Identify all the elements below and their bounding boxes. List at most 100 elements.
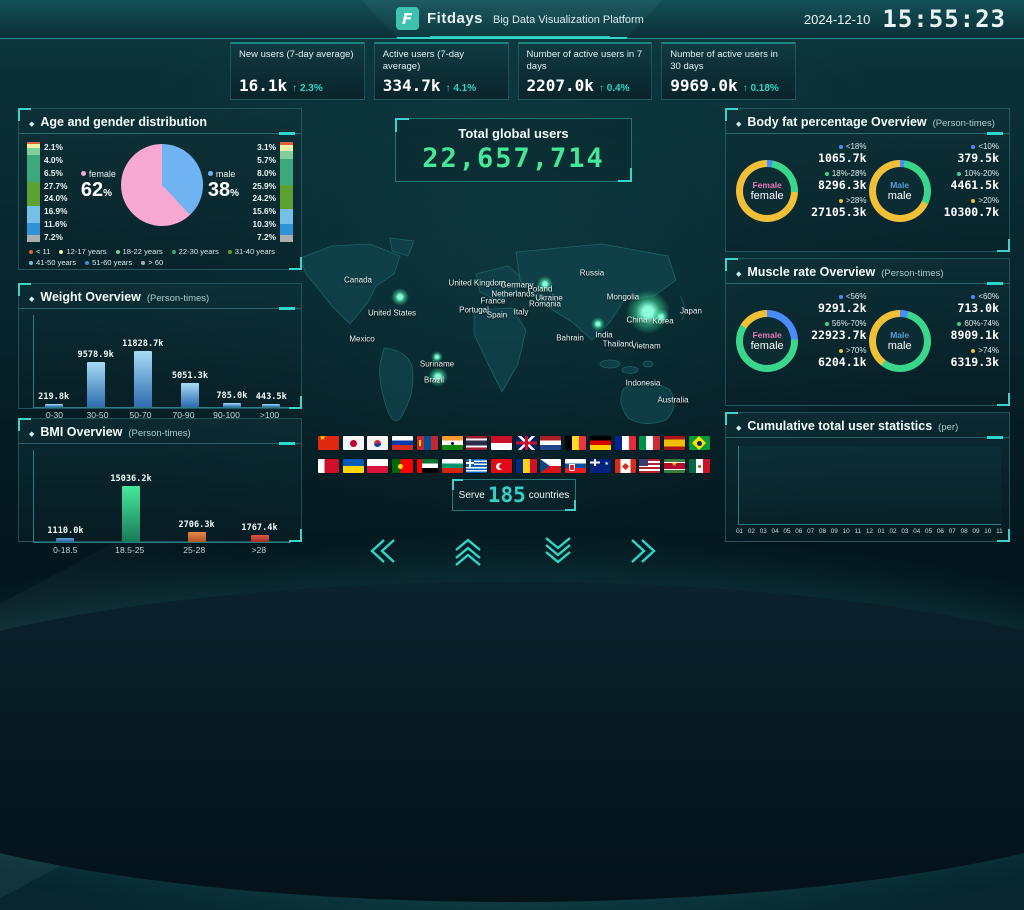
panel-bullet-icon: ◆ <box>736 271 742 278</box>
donut-stat-value: 22923.7k <box>811 328 867 342</box>
uae-flag-icon <box>416 459 438 473</box>
donut-stat-range: 10%-20% <box>933 169 999 178</box>
indonesia-flag-icon <box>491 436 513 450</box>
kpi-label: Active users (7-day average) <box>382 49 465 72</box>
donut-stat-value: 6319.3k <box>950 355 999 369</box>
legend-dot-icon <box>59 249 64 254</box>
portugal-flag-icon <box>392 459 414 473</box>
kpi-value: 9969.0k <box>670 76 738 95</box>
map-label-thailand: Thailand <box>602 339 634 349</box>
age-bar-percent: 7.2% <box>257 231 277 242</box>
x-axis-tick-label: 05 <box>925 528 933 535</box>
x-axis-tick-label: 07 <box>807 528 815 535</box>
donut-stat-range: >74% <box>933 346 999 355</box>
clock: 2024-12-10 15:55:23 <box>804 5 1006 33</box>
japan-flag-icon <box>342 436 364 450</box>
age-bar-segment <box>27 223 40 235</box>
donut-stat-range: <18% <box>800 142 867 151</box>
bar-cell: 5051.3k <box>172 315 208 407</box>
legend-label: 51-60 years <box>92 258 133 267</box>
legend-label: < 11 <box>36 247 51 256</box>
bar <box>250 535 269 542</box>
legend-label: 41-50 years <box>36 258 77 267</box>
donut-stat-value: 713.0k <box>957 301 999 315</box>
age-bar-segment <box>280 208 293 225</box>
age-bar-percent: 7.2% <box>43 231 63 242</box>
map-label-canada: Canada <box>343 275 373 285</box>
bar-cell: 219.8k <box>38 315 69 407</box>
total-users-label: Total global users <box>458 126 569 141</box>
range-text: >20% <box>978 196 999 205</box>
donut-stat-value: 10300.7k <box>943 205 999 219</box>
age-bar-percent: 3.1% <box>257 142 277 152</box>
range-text: <60% <box>978 292 999 301</box>
donut-stat: >20% 10300.7k <box>933 196 999 219</box>
legend-dot-icon <box>85 260 90 265</box>
x-axis-tick-label: 05 <box>783 528 791 535</box>
range-text: 18%-28% <box>831 169 867 178</box>
age-legend-item: > 60 <box>141 258 163 267</box>
map-label-bahrain: Bahrain <box>556 333 584 343</box>
slovakia-flag-icon <box>565 459 587 473</box>
age-legend-item: 51-60 years <box>85 258 132 267</box>
donut-hole: Male male <box>875 167 924 215</box>
donut-stat: <56% 9291.2k <box>800 292 866 315</box>
body-fat-panel-title: Body fat percentage Overview <box>747 115 927 129</box>
map-label-poland: Poland <box>527 284 553 294</box>
female-donut-chart: Female female <box>736 160 799 222</box>
x-axis-tick-label: 06 <box>936 528 944 535</box>
bar-value-label: 785.0k <box>216 391 248 402</box>
range-text: <10% <box>978 142 999 151</box>
scroll-down-button[interactable] <box>538 536 578 566</box>
donut-stats-male: <10% 379.5k 10%-20% 4461.5k >20% 10300.7k <box>931 142 1001 222</box>
legend-dot-icon <box>29 260 33 265</box>
stat-dot-icon <box>971 144 976 149</box>
x-axis-tick-label: 10 <box>984 528 992 535</box>
scroll-up-button[interactable] <box>448 536 488 566</box>
donut-group-female: Female female <box>736 160 799 222</box>
australia-flag-icon <box>589 459 611 473</box>
bar <box>133 351 152 407</box>
age-bar-percent: 2.1% <box>43 142 63 152</box>
serve-suffix: countries <box>528 489 570 501</box>
france-flag-icon <box>614 436 636 450</box>
x-axis-tick-label: 11 <box>996 528 1003 535</box>
donut-stat: 60%-74% 8909.1k <box>933 319 999 342</box>
bar <box>187 531 206 542</box>
age-legend-item: 41-50 years <box>29 258 76 267</box>
legend-label: > 60 <box>148 258 164 267</box>
age-bar-percent: 15.6% <box>252 206 277 217</box>
donut-stat-value: 6204.1k <box>818 355 867 369</box>
panel-bullet-icon: ◆ <box>736 121 742 128</box>
gender-dot-icon <box>80 171 86 176</box>
time-display: 15:55:23 <box>882 5 1006 33</box>
donut-stat-range: >70% <box>800 346 867 355</box>
scroll-left-button[interactable] <box>366 536 406 566</box>
cumulative-panel-title: Cumulative total user statistics <box>747 419 933 433</box>
age-bar-percent: 24.2% <box>252 193 277 204</box>
range-text: >28% <box>845 196 867 205</box>
stat-dot-icon <box>971 198 976 203</box>
panel-title-dash <box>987 436 1003 439</box>
flags-row-1 <box>318 436 710 450</box>
age-gender-panel: ◆ Age and gender distribution 2.1% 4.0% 6.… <box>18 108 302 270</box>
brand: F Fitdays Big Data Visualization Platfor… <box>396 7 644 30</box>
x-axis-tick-label: 01 <box>877 528 885 535</box>
donut-stat: <18% 1065.7k <box>800 142 866 165</box>
age-bar-percent: 16.9% <box>43 206 68 217</box>
map-label-mongolia: Mongolia <box>606 292 640 302</box>
bar-category-label: 25-28 <box>183 545 206 555</box>
legend-label: 18-22 years <box>122 247 163 256</box>
body-fat-panel: ◆ Body fat percentage Overview (Person-t… <box>725 108 1010 252</box>
age-legend-item: 18-22 years <box>115 247 163 256</box>
map-label-france: France <box>480 296 506 306</box>
flags-row-2 <box>318 459 710 473</box>
stat-dot-icon <box>971 294 976 299</box>
age-bar-segment <box>280 158 293 185</box>
scroll-right-button[interactable] <box>620 536 660 566</box>
map-label-brazil: Brazil <box>423 375 445 385</box>
map-label-suriname: Suriname <box>419 359 455 369</box>
donut-stat-value: 4461.5k <box>950 178 999 192</box>
kpi-delta: ↑ 0.4% <box>598 83 630 94</box>
total-global-users-box: Total global users 22,657,714 <box>395 118 632 182</box>
